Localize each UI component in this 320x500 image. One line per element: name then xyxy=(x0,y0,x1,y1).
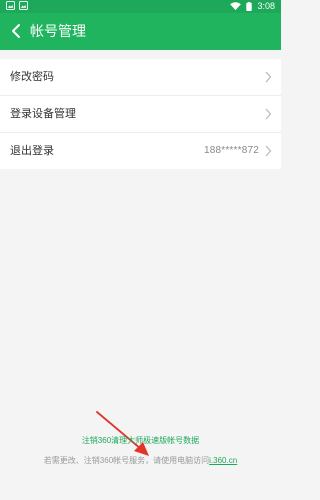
annotation-arrow xyxy=(96,411,149,456)
website-link[interactable]: i.360.cn xyxy=(209,456,237,465)
cancel-account-link[interactable]: 注销360清理大师极速版帐号数据 xyxy=(0,435,281,446)
footer-note: 若需更改、注销360帐号服务，请使用电脑访问i.360.cn xyxy=(0,455,281,466)
footer-note-text: 若需更改、注销360帐号服务，请使用电脑访问 xyxy=(43,456,210,465)
